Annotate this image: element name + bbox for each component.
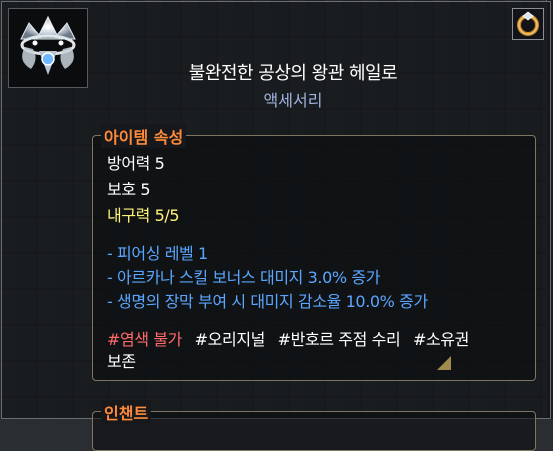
tag-undyeable: #염색 불가 [107, 330, 182, 349]
item-attributes-panel: 아이템 속성 방어력 5 보호 5 내구력 5/5 - 피어싱 레벨 1 - 아… [92, 124, 536, 381]
item-tags: #염색 불가 #오리지널 #반호르 주점 수리 #소유권 [107, 326, 477, 350]
effect-line: - 아르카나 스킬 보너스 대미지 3.0% 증가 [107, 268, 381, 287]
tag-ownership: #소유권 [412, 330, 469, 349]
attributes-header: 아이템 속성 [101, 124, 187, 148]
effect-line: - 피어싱 레벨 1 [107, 244, 208, 263]
protection-stat: 보호 5 [107, 180, 151, 199]
ring-slot-button[interactable] [512, 8, 544, 40]
resize-grip-icon [437, 356, 451, 370]
effect-line: - 생명의 장막 부여 시 대미지 감소율 10.0% 증가 [107, 292, 428, 311]
tag-original: #오리지널 [194, 330, 266, 349]
enchant-header: 인챈트 [101, 400, 152, 424]
enchant-panel: 인챈트 [92, 400, 536, 451]
defense-stat: 방어력 5 [107, 154, 165, 173]
item-icon-frame [8, 8, 88, 88]
tag-repair: #반호르 주점 수리 [277, 330, 401, 349]
item-category: 액세서리 [263, 91, 323, 110]
crown-halo-icon [20, 15, 76, 75]
item-tooltip: 불완전한 공상의 왕관 헤일로 액세서리 아이템 속성 방어력 5 보호 5 내… [1, 1, 551, 451]
ring-icon [517, 11, 539, 36]
tag-overflow: 보존 [107, 352, 136, 371]
item-name: 불완전한 공상의 왕관 헤일로 [188, 63, 398, 84]
durability-stat: 내구력 5/5 [107, 206, 180, 225]
